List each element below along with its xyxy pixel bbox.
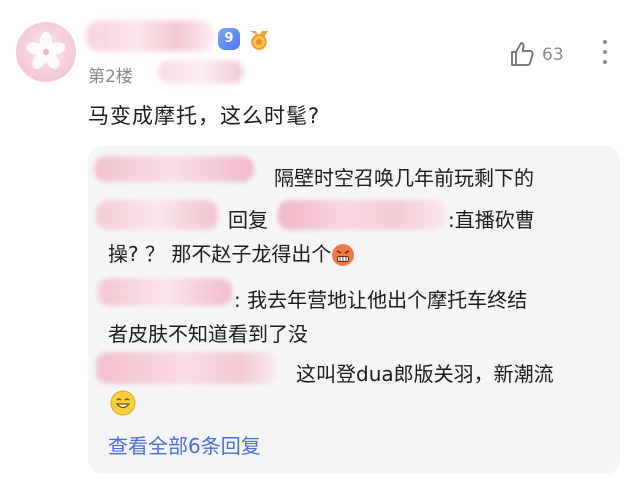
reply-text: 这叫登dua郎版关羽，新潮流 [296, 362, 554, 386]
sakura-avatar-icon [26, 32, 66, 69]
reply-text-line2: 操? ？ 那不赵子龙得出个 [108, 238, 355, 267]
medal-icon [250, 31, 268, 50]
reply-text-line2: 者皮肤不知道看到了没 [108, 322, 308, 346]
grin-emoji-icon [110, 390, 136, 416]
reply-text: :直播砍曹 [448, 208, 535, 232]
more-options-icon[interactable] [600, 40, 610, 70]
reply-target-blurred[interactable] [278, 200, 446, 230]
angry-emoji-icon [332, 244, 355, 266]
username-blurred[interactable] [86, 20, 214, 52]
level-badge: 9 [218, 28, 240, 50]
floor-label: 第2楼 [88, 67, 133, 87]
floor-meta-blurred [158, 60, 244, 84]
view-all-replies-link[interactable]: 查看全部6条回复 [108, 430, 261, 459]
reply-author-blurred[interactable] [96, 200, 218, 230]
reply-author-blurred[interactable] [98, 278, 232, 306]
avatar[interactable] [16, 22, 76, 82]
comment-text: 马变成摩托，这么时髦? [88, 104, 321, 128]
like-count: 63 [542, 45, 564, 65]
like-icon[interactable] [508, 40, 536, 68]
reply-text: 隔壁时空召唤几年前玩剩下的 [274, 166, 534, 190]
reply-text: : 我去年营地让他出个摩托车终结 [234, 288, 528, 312]
reply-author-blurred[interactable] [94, 156, 254, 182]
reply-author-blurred[interactable] [96, 352, 276, 384]
reply-thread: 隔壁时空召唤几年前玩剩下的 回复 :直播砍曹 操? ？ 那不赵子龙得出个 : 我… [88, 146, 620, 474]
reply-word: 回复 [228, 208, 268, 232]
